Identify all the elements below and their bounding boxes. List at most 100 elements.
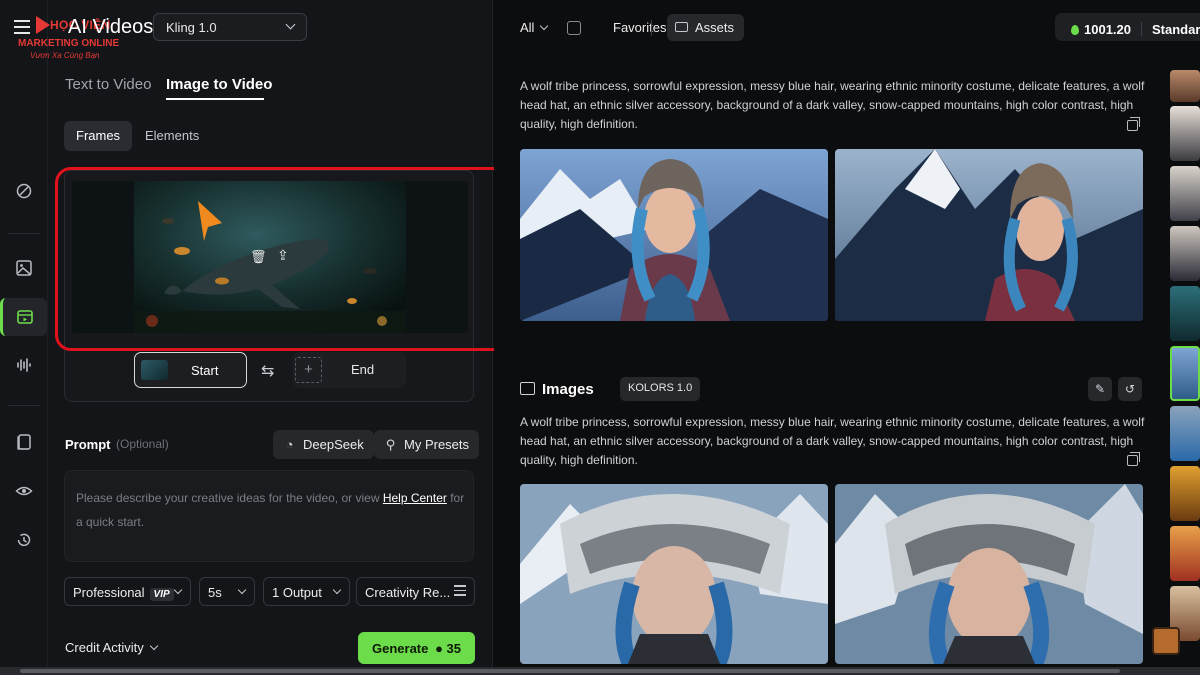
copy-icon[interactable] (1127, 117, 1140, 131)
start-frame-image: 🗑 ⇪ (72, 181, 468, 333)
share-icon[interactable]: ⇪ (277, 247, 289, 264)
logo-tagline: MARKETING ONLINE (18, 38, 120, 49)
result-image[interactable] (835, 149, 1143, 321)
output-count-value: 1 Output (272, 585, 322, 600)
model-tag: KOLORS 1.0 (620, 377, 701, 401)
history-thumbnail[interactable] (1170, 526, 1200, 581)
mode-select-value: Professional (73, 585, 145, 600)
tab-frames[interactable]: Frames (64, 121, 133, 151)
history-thumbnail[interactable] (1170, 466, 1200, 521)
sliders-icon (454, 585, 466, 597)
model-select[interactable]: Kling 1.0 (153, 13, 307, 41)
results-toolbar: All Favorites Assets 1001.20 Standard (494, 0, 1200, 56)
prompt-placeholder: Please describe your creative ideas for … (76, 486, 468, 534)
eye-icon[interactable] (8, 475, 40, 507)
history-thumbnail[interactable] (1170, 70, 1200, 102)
toolbar-divider (651, 20, 652, 36)
model-select-value: Kling 1.0 (166, 20, 217, 35)
magic-wand-icon[interactable] (8, 175, 40, 207)
cost-value: 35 (446, 641, 461, 656)
page-title: AI Videos (68, 16, 154, 38)
placeholder-text: Please describe your creative ideas for … (76, 491, 383, 505)
favorites-label[interactable]: Favorites (613, 20, 666, 35)
assets-button[interactable]: Assets (667, 14, 745, 41)
folder-icon (675, 22, 688, 32)
credit-icon (1071, 25, 1079, 35)
rail-divider (8, 405, 40, 406)
filter-value: All (520, 20, 535, 35)
start-frame-button[interactable]: Start (134, 352, 247, 388)
history-thumbnail[interactable] (1170, 106, 1200, 161)
horizontal-scrollbar[interactable] (0, 667, 1200, 675)
filter-dropdown[interactable]: All (520, 20, 549, 35)
duration-select[interactable]: 5s (199, 577, 255, 606)
prompt-input[interactable]: Please describe your creative ideas for … (64, 470, 474, 562)
start-frame-label: Start (191, 363, 219, 378)
rail-divider (8, 233, 40, 234)
badge-divider (1141, 22, 1142, 36)
mode-select[interactable]: Professional VIP (64, 577, 191, 606)
plan-label: Standard (1152, 22, 1200, 37)
regenerate-icon[interactable]: ↺ (1118, 377, 1142, 401)
my-presets-button[interactable]: ⚲ My Presets (374, 430, 480, 459)
audio-wave-icon[interactable] (8, 349, 40, 381)
history-icon[interactable] (8, 524, 40, 556)
edit-icon[interactable]: ✎ (1088, 377, 1112, 401)
vip-badge: VIP (149, 588, 174, 601)
assets-label: Assets (695, 20, 735, 35)
book-icon[interactable] (8, 426, 40, 458)
tab-text-to-video[interactable]: Text to Video (65, 76, 151, 93)
creativity-settings-button[interactable]: Creativity Re... (356, 577, 475, 606)
credit-activity-dropdown[interactable]: Credit Activity (65, 640, 158, 655)
history-thumbnails (1170, 70, 1200, 670)
chevron-down-icon (149, 641, 158, 651)
credit-activity-label: Credit Activity (65, 640, 144, 655)
deepseek-label: DeepSeek (303, 437, 364, 452)
output-count-select[interactable]: 1 Output (263, 577, 350, 606)
trash-icon[interactable]: 🗑 (250, 249, 267, 265)
menu-icon[interactable] (14, 20, 30, 34)
result-image[interactable] (835, 484, 1143, 664)
result-prompt: A wolf tribe princess, sorrowful express… (520, 79, 1145, 131)
play-logo-icon (36, 16, 50, 34)
end-frame-button[interactable]: + End (293, 352, 406, 388)
left-rail (0, 0, 48, 675)
history-thumbnail[interactable] (1170, 226, 1200, 281)
chevron-down-icon (540, 21, 549, 31)
result-prompt: A wolf tribe princess, sorrowful express… (520, 415, 1145, 467)
pin-icon: ⚲ (385, 437, 396, 452)
video-icon[interactable] (0, 298, 47, 336)
result-image[interactable] (520, 149, 828, 321)
generate-label: Generate (372, 641, 429, 656)
image-icon[interactable] (8, 252, 40, 284)
help-center-link[interactable]: Help Center (383, 491, 447, 505)
generate-button[interactable]: Generate ● 35 (358, 632, 475, 664)
history-thumbnail[interactable] (1170, 166, 1200, 221)
swap-icon[interactable]: ⇆ (261, 361, 274, 381)
logo-slogan: Vươn Xa Cùng Bạn (30, 51, 100, 60)
tab-image-to-video[interactable]: Image to Video (166, 76, 272, 93)
scrollbar-thumb[interactable] (20, 669, 1120, 673)
active-tab-indicator (166, 98, 264, 100)
prompt-label: Prompt (65, 437, 111, 452)
deepseek-button[interactable]: ◔ DeepSeek (273, 430, 374, 459)
results-area: All Favorites Assets 1001.20 Standard A w… (494, 0, 1200, 675)
result-image[interactable] (520, 484, 828, 664)
start-frame-thumbnail (141, 360, 168, 380)
history-thumbnail-selected[interactable] (1170, 346, 1200, 401)
floating-widget-icon[interactable] (1152, 627, 1180, 655)
credits-badge[interactable]: 1001.20 Standard (1055, 13, 1200, 41)
tab-elements[interactable]: Elements (133, 121, 211, 151)
my-presets-label: My Presets (404, 437, 470, 452)
section-title: Images (542, 381, 594, 398)
chevron-down-icon (173, 585, 183, 595)
history-thumbnail[interactable] (1170, 286, 1200, 341)
generate-cost: ● 35 (435, 641, 461, 656)
copy-icon[interactable] (1127, 452, 1140, 466)
chevron-down-icon (237, 585, 247, 595)
history-thumbnail[interactable] (1170, 406, 1200, 461)
end-frame-label: End (351, 362, 375, 377)
favorites-checkbox[interactable] (567, 21, 581, 35)
chevron-down-icon (332, 585, 342, 595)
credits-value: 1001.20 (1084, 22, 1131, 37)
